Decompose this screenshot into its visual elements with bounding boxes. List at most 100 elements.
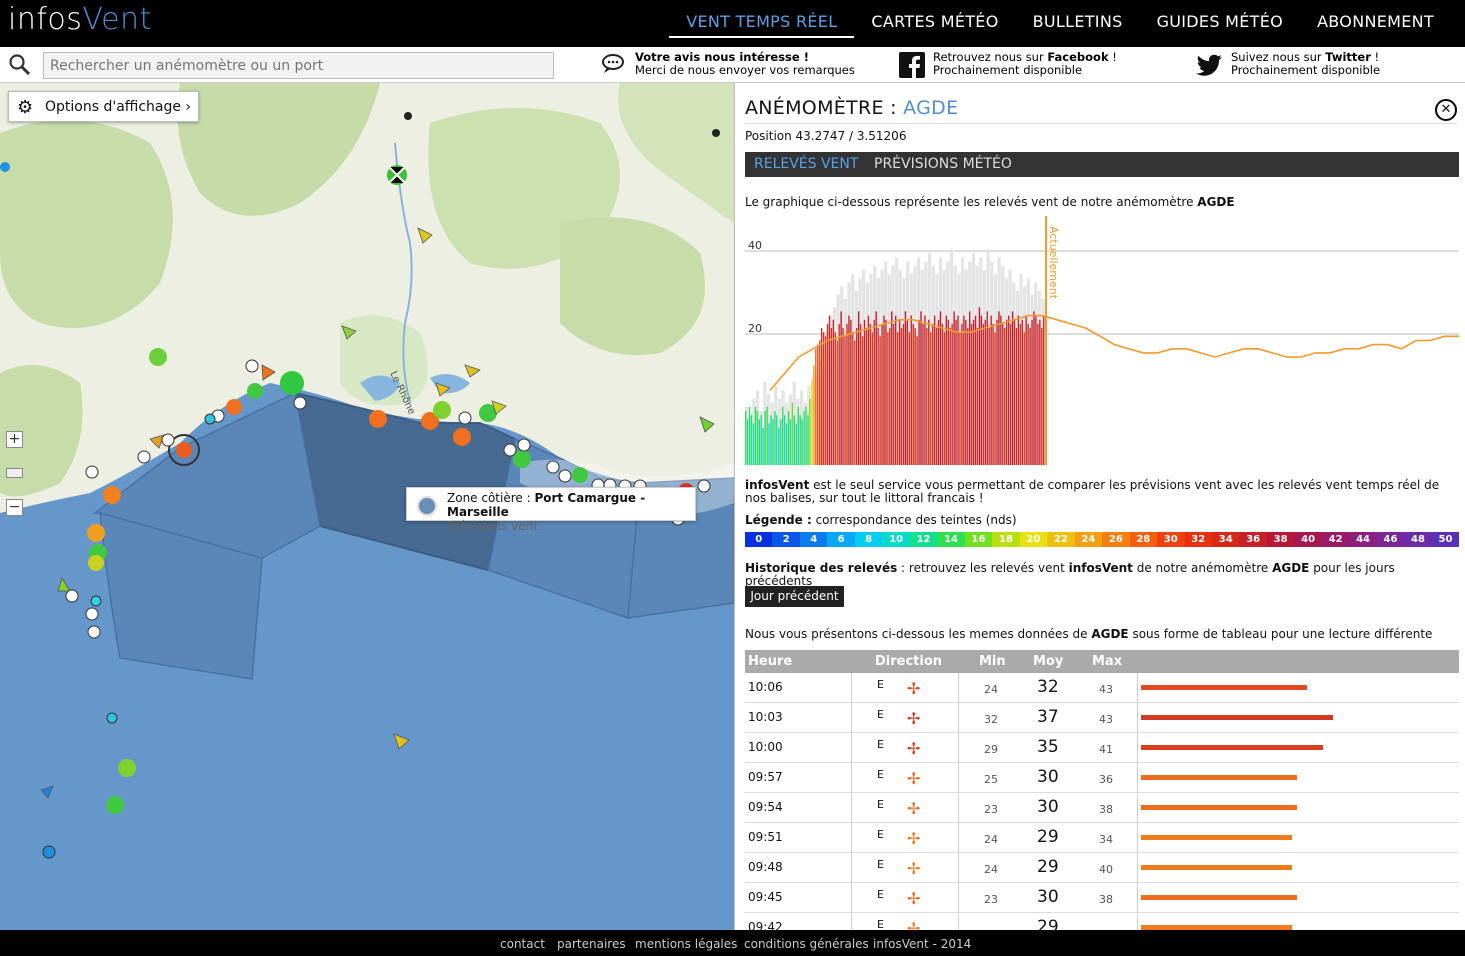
chart-bar (1004, 328, 1006, 465)
wind-speed-bar (1141, 685, 1307, 690)
zoom-slider-handle[interactable] (6, 468, 23, 478)
cell-min: 24 (984, 683, 998, 696)
footer-mentions[interactable]: mentions légales (635, 937, 737, 951)
nav-cartes-meteo[interactable]: CARTES MÉTÉO (854, 0, 1015, 38)
footer-contact[interactable]: contact (500, 937, 545, 951)
station-marker[interactable] (88, 555, 104, 571)
chart-bar (881, 323, 883, 465)
chart-bar (789, 419, 792, 465)
column-divider (851, 673, 852, 702)
table-row: 09:51 E ✢ 24 29 34 (745, 823, 1459, 853)
station-marker[interactable] (433, 401, 451, 419)
tab-previsions-meteo[interactable]: PRÉVISIONS MÉTÉO (874, 156, 1012, 172)
chart-bar (750, 415, 753, 465)
footer-partenaires[interactable]: partenaires (557, 937, 626, 951)
chart-bar (805, 406, 807, 465)
cell-time: 10:00 (748, 740, 783, 754)
chart-bar (877, 328, 879, 465)
station-marker[interactable] (226, 399, 242, 415)
chart-bar (1035, 315, 1037, 465)
facebook-icon (899, 52, 925, 78)
chart-bar (920, 311, 922, 465)
zone-tooltip-prefix: Zone côtière : (447, 491, 535, 505)
cell-time: 10:06 (748, 680, 783, 694)
chart-bar (830, 328, 833, 465)
chart-bar (807, 415, 809, 465)
legend-cell: 10 (882, 532, 910, 547)
table-row: 09:42 E ✢ 29 (745, 913, 1459, 930)
station-marker[interactable] (247, 383, 263, 399)
station-marker[interactable] (87, 524, 105, 542)
column-divider (851, 733, 852, 762)
zoom-out-button[interactable]: − (6, 499, 23, 516)
col-min: Min (979, 654, 1006, 669)
chart-bar (834, 332, 836, 465)
station-marker[interactable] (453, 428, 471, 446)
nav-vent-temps-reel[interactable]: VENT TEMPS RÉEL (669, 0, 855, 38)
chart-bar (980, 315, 983, 465)
cell-moy: 37 (1037, 707, 1059, 727)
tab-releves-vent[interactable]: RELEVÉS VENT (754, 156, 858, 172)
facebook-promo[interactable]: Retrouvez nous sur Facebook ! Prochainem… (899, 51, 1117, 78)
chart-bar (904, 311, 907, 465)
footer-conditions[interactable]: conditions générales (744, 937, 869, 951)
wind-rose-icon: ✢ (907, 679, 921, 698)
chart-bar (875, 311, 877, 465)
station-marker[interactable] (572, 467, 588, 483)
column-divider (1137, 763, 1138, 792)
cell-moy: 30 (1037, 797, 1059, 817)
legend-cell: 6 (827, 532, 855, 547)
chart-intro-station: AGDE (1197, 195, 1235, 209)
chart-bar (969, 311, 971, 465)
search-input[interactable] (43, 52, 554, 79)
chart-bar (770, 415, 772, 465)
wind-chart[interactable]: 20 40 Actuellement (745, 216, 1459, 469)
column-divider (958, 853, 959, 882)
chart-bar (1039, 319, 1041, 466)
map-view[interactable]: Le Rhône ⚙ Options d'affichage › + − Zon… (0, 83, 734, 930)
history-caption: Historique des relevés : retrouvez les r… (745, 562, 1457, 588)
feedback-promo[interactable]: Votre avis nous intéresse ! Merci de nou… (602, 51, 855, 77)
station-marker[interactable] (106, 796, 124, 814)
nav-bulletins[interactable]: BULLETINS (1016, 0, 1140, 38)
station-marker[interactable] (369, 410, 387, 428)
station-marker[interactable] (280, 371, 304, 395)
nav-guides-meteo[interactable]: GUIDES MÉTÉO (1140, 0, 1301, 38)
info-body: est le seul service vous permettant de c… (745, 478, 1440, 505)
column-divider (851, 793, 852, 822)
zoom-in-button[interactable]: + (6, 431, 23, 448)
cell-min: 25 (984, 773, 998, 786)
wind-speed-bar (1141, 895, 1297, 900)
chart-bar (867, 315, 870, 465)
chart-bar (1023, 332, 1025, 465)
previous-day-button[interactable]: Jour précédent (745, 586, 844, 607)
chart-bar (791, 402, 794, 466)
search-icon[interactable] (8, 53, 32, 77)
display-options-button[interactable]: ⚙ Options d'affichage › (8, 91, 199, 122)
cell-moy: 29 (1037, 857, 1059, 877)
station-marker[interactable] (176, 442, 192, 458)
table-body: 10:06 E ✢ 24 32 43 10:03 E ✢ 32 37 43 10:00 E ✢ 29 35 41 0… (745, 673, 1459, 930)
logo[interactable]: infosVent (8, 2, 152, 37)
twitter-promo[interactable]: Suivez nous sur Twitter ! Prochainement … (1196, 51, 1380, 77)
chart-bar (1002, 323, 1004, 465)
chart-bar (865, 328, 868, 465)
station-marker[interactable] (149, 348, 167, 366)
cell-min: 24 (984, 833, 998, 846)
chart-bar (992, 323, 994, 465)
chart-bar (951, 323, 953, 465)
chart-bar (840, 311, 842, 465)
station-marker[interactable] (118, 759, 136, 777)
legend-cell: 38 (1266, 532, 1295, 547)
station-marker[interactable] (387, 165, 407, 185)
nav-abonnement[interactable]: ABONNEMENT (1300, 0, 1451, 38)
history-text-a: : retrouvez les relevés vent (897, 561, 1069, 575)
cell-min: 24 (984, 863, 998, 876)
chart-bar (828, 315, 831, 465)
chart-bar (760, 415, 762, 465)
chart-bar (933, 315, 936, 465)
chart-bar (986, 311, 988, 465)
cell-direction: E (877, 828, 884, 841)
station-marker[interactable] (103, 486, 121, 504)
close-icon[interactable]: ✕ (1435, 99, 1457, 121)
